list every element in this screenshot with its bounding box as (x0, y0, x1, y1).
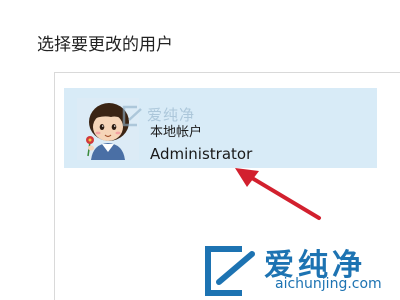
watermark-small: 爱纯净 (121, 104, 221, 130)
user-info: 本地帐户 Administrator (150, 124, 252, 164)
watermark-url: aichunjing.com (275, 276, 382, 292)
page-title: 选择要更改的用户 (37, 35, 173, 55)
watermark-small-text: 爱纯净 (147, 106, 196, 124)
red-arrow-icon (235, 168, 321, 220)
user-accounts-page: 选择要更改的用户 本地帐户 Administrator 爱纯净 爱纯净 aich… (0, 0, 400, 300)
aichunjing-logo-icon (205, 246, 255, 296)
watermark-large: 爱纯净 aichunjing.com (200, 240, 400, 300)
aichunjing-logo-icon (122, 105, 142, 127)
